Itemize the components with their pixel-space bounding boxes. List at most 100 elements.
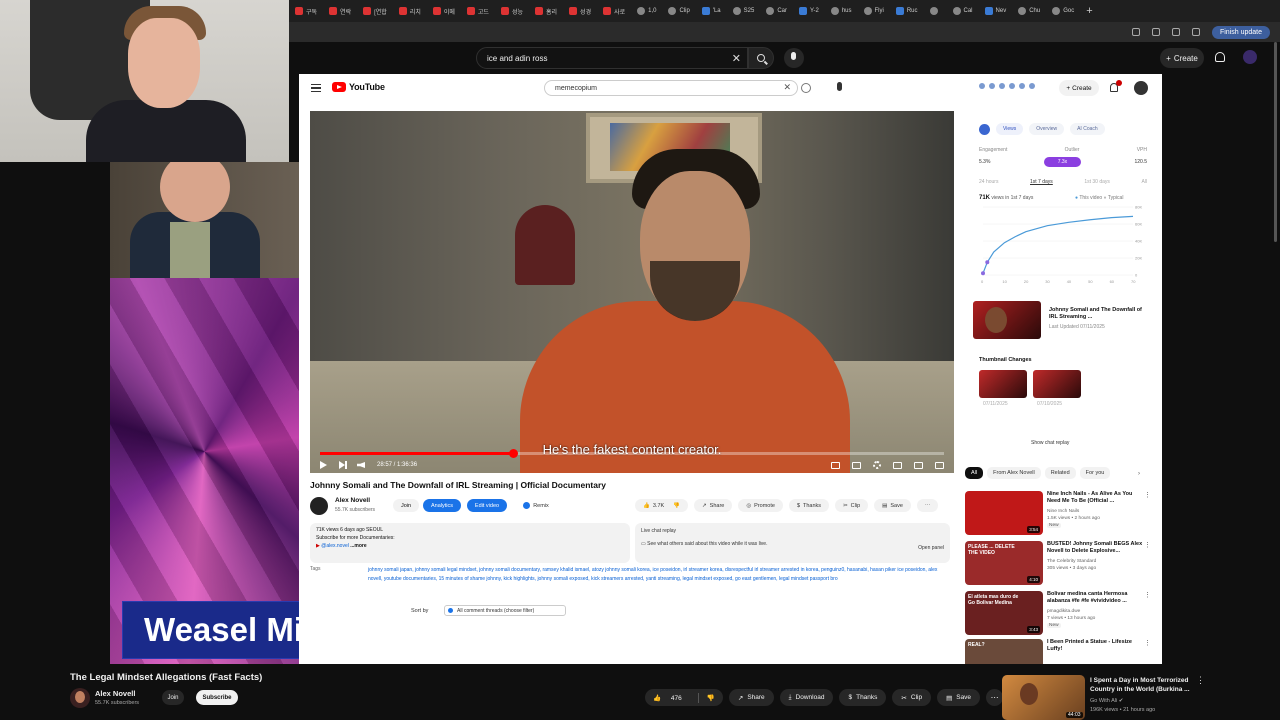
browser-tab[interactable]: hus <box>825 0 858 22</box>
browser-tab[interactable]: 연락 <box>323 0 357 22</box>
channel-name[interactable]: Alex Novell <box>335 497 370 504</box>
clear-search-icon[interactable]: ✕ <box>732 52 741 65</box>
chip-for-you[interactable]: For you <box>1079 467 1111 479</box>
captions-icon[interactable] <box>852 461 861 469</box>
related-video-item[interactable]: 3:54 Nine Inch Nails - As Alive As You Ne… <box>965 491 1155 537</box>
tab-views[interactable]: Views <box>996 123 1024 135</box>
bottom-join-button[interactable]: Join <box>162 690 184 705</box>
thumbnail-version[interactable] <box>1033 370 1081 398</box>
browser-tab[interactable]: 'La <box>696 0 727 22</box>
vph-value[interactable]: 120.5 <box>1134 159 1147 165</box>
channel-avatar[interactable] <box>310 497 328 515</box>
inner-create-button[interactable]: + Create <box>1059 80 1099 96</box>
chevron-right-icon[interactable]: › <box>1138 471 1140 477</box>
browser-tab[interactable]: Car <box>760 0 793 22</box>
miniplayer-icon[interactable] <box>893 461 902 469</box>
bottom-channel-name[interactable]: Alex Novell <box>95 689 135 698</box>
voice-search-button[interactable] <box>784 48 804 68</box>
browser-tab[interactable]: 사로 <box>597 0 631 22</box>
tags-list[interactable]: johnny somali japan, johnny somali legal… <box>368 566 938 583</box>
related-thumbnail[interactable]: El atleta mas duro de Go Bolivar Medina 3… <box>965 591 1043 635</box>
period-option[interactable]: All <box>1141 179 1147 185</box>
clip-button[interactable]: ✂ Clip <box>835 499 869 512</box>
volume-icon[interactable] <box>357 462 365 468</box>
related-title[interactable]: I Been Printed a Statue - Lifesize Luffy… <box>1047 639 1143 654</box>
tab-overview[interactable]: Overview <box>1029 123 1065 135</box>
related-menu-icon[interactable]: ⋮ <box>1144 639 1151 647</box>
remix-button[interactable]: Remix <box>513 499 559 512</box>
autoplay-icon[interactable] <box>831 461 840 469</box>
period-option[interactable]: 24 hours <box>979 179 998 185</box>
thanks-button[interactable]: $ Thanks <box>788 499 830 512</box>
browser-tab[interactable]: Y-2 <box>793 0 825 22</box>
browser-tab[interactable]: 성경 <box>563 0 597 22</box>
edit-video-button[interactable]: Edit video <box>467 499 507 512</box>
download-button[interactable]: ⤓ Download <box>779 689 834 706</box>
comment-filter-select[interactable]: All comment threads (choose filter) <box>444 605 566 616</box>
browser-tab[interactable]: 이메 <box>427 0 461 22</box>
browser-tab[interactable]: 리치 <box>393 0 427 22</box>
like-button[interactable]: 👍 3.7K 👎 <box>635 499 689 512</box>
browser-tab[interactable]: 홈리 <box>529 0 563 22</box>
chip-all[interactable]: All <box>965 467 984 479</box>
related-title[interactable]: BUSTED! Johnny Somali BEGS Alex Novell t… <box>1047 541 1143 556</box>
video-player[interactable]: He's the fakest content creator. 28:57 /… <box>310 111 954 473</box>
browser-tab[interactable]: Goc <box>1046 0 1080 22</box>
outer-search-button[interactable] <box>748 47 774 69</box>
browser-tab[interactable]: Cal <box>947 0 979 22</box>
related-thumbnail[interactable]: REAL? <box>965 639 1043 664</box>
fullscreen-icon[interactable] <box>935 461 944 469</box>
inner-search-icon[interactable] <box>801 83 811 93</box>
bookmark-star-icon[interactable] <box>1151 28 1160 36</box>
inner-clear-icon[interactable]: ✕ <box>783 82 791 93</box>
related-thumbnail[interactable]: 3:54 <box>965 491 1043 535</box>
thumbs-down-icon[interactable]: 👎 <box>673 503 680 509</box>
bottom-like-button[interactable]: 👍 476 <box>645 694 698 702</box>
bottom-dislike-icon[interactable]: 👎 <box>699 694 723 702</box>
related-thumbnail[interactable]: PLEASE ... DELETE THE VIDEO 4:10 <box>965 541 1043 585</box>
share-button[interactable]: ↗ Share <box>694 499 733 512</box>
analytics-button[interactable]: Analytics <box>423 499 461 512</box>
tab-ai-coach[interactable]: AI Coach <box>1070 123 1105 135</box>
subscribe-button[interactable]: Subscribe <box>196 690 238 705</box>
inner-avatar[interactable] <box>1134 81 1148 95</box>
browser-tab[interactable]: [연합 <box>357 0 393 22</box>
chart-point[interactable] <box>981 271 985 276</box>
related-video-item[interactable]: REAL? I Been Printed a Statue - Lifesize … <box>965 639 1155 664</box>
new-tab-button[interactable]: + <box>1080 5 1098 17</box>
inner-mic-icon[interactable] <box>837 82 842 91</box>
show-more-link[interactable]: ...more <box>350 543 366 549</box>
chart-point[interactable] <box>985 260 990 265</box>
browser-tab[interactable]: Ruc <box>890 0 924 22</box>
next-icon[interactable] <box>339 461 347 469</box>
period-option[interactable]: 1st 7 days <box>1030 179 1053 185</box>
related-menu-icon[interactable]: ⋮ <box>1144 591 1151 599</box>
browser-tab[interactable]: Flyi <box>858 0 890 22</box>
browser-tab[interactable]: 구독 <box>289 0 323 22</box>
browser-tab[interactable]: 1,0 <box>631 0 662 22</box>
period-option[interactable]: 1st 30 days <box>1084 179 1110 185</box>
install-icon[interactable] <box>1131 28 1140 36</box>
notifications-bell-icon[interactable] <box>1215 52 1225 62</box>
play-icon[interactable] <box>320 461 327 469</box>
recommended-title[interactable]: I Spent a Day in Most Terrorized Country… <box>1090 677 1198 695</box>
description-box[interactable]: 71K views 6 days ago SEOUL Subscribe for… <box>310 523 630 563</box>
youtube-logo[interactable]: YouTube <box>332 82 385 92</box>
description-link[interactable]: @alex.novel <box>321 543 349 549</box>
related-menu-icon[interactable]: ⋮ <box>1144 491 1151 499</box>
settings-gear-icon[interactable] <box>873 461 881 469</box>
outer-search-input[interactable]: ice and adin ross ✕ <box>476 47 748 69</box>
bottom-save-button[interactable]: ▤ Save <box>937 689 981 706</box>
menu-icon[interactable] <box>311 84 321 92</box>
finish-update-button[interactable]: Finish update <box>1211 25 1270 39</box>
create-button[interactable]: + Create <box>1160 48 1204 68</box>
related-menu-icon[interactable]: ⋮ <box>1144 541 1151 549</box>
profile-icon[interactable] <box>1191 28 1200 36</box>
account-avatar[interactable] <box>1243 50 1257 64</box>
bottom-thanks-button[interactable]: $ Thanks <box>839 689 887 706</box>
video-progress-bar[interactable] <box>320 449 944 458</box>
save-button[interactable]: ▤ Save <box>874 499 911 512</box>
chip-related[interactable]: Related <box>1044 467 1076 479</box>
engagement-value[interactable]: 5.3% <box>979 159 990 165</box>
bottom-channel-avatar[interactable] <box>70 688 90 708</box>
